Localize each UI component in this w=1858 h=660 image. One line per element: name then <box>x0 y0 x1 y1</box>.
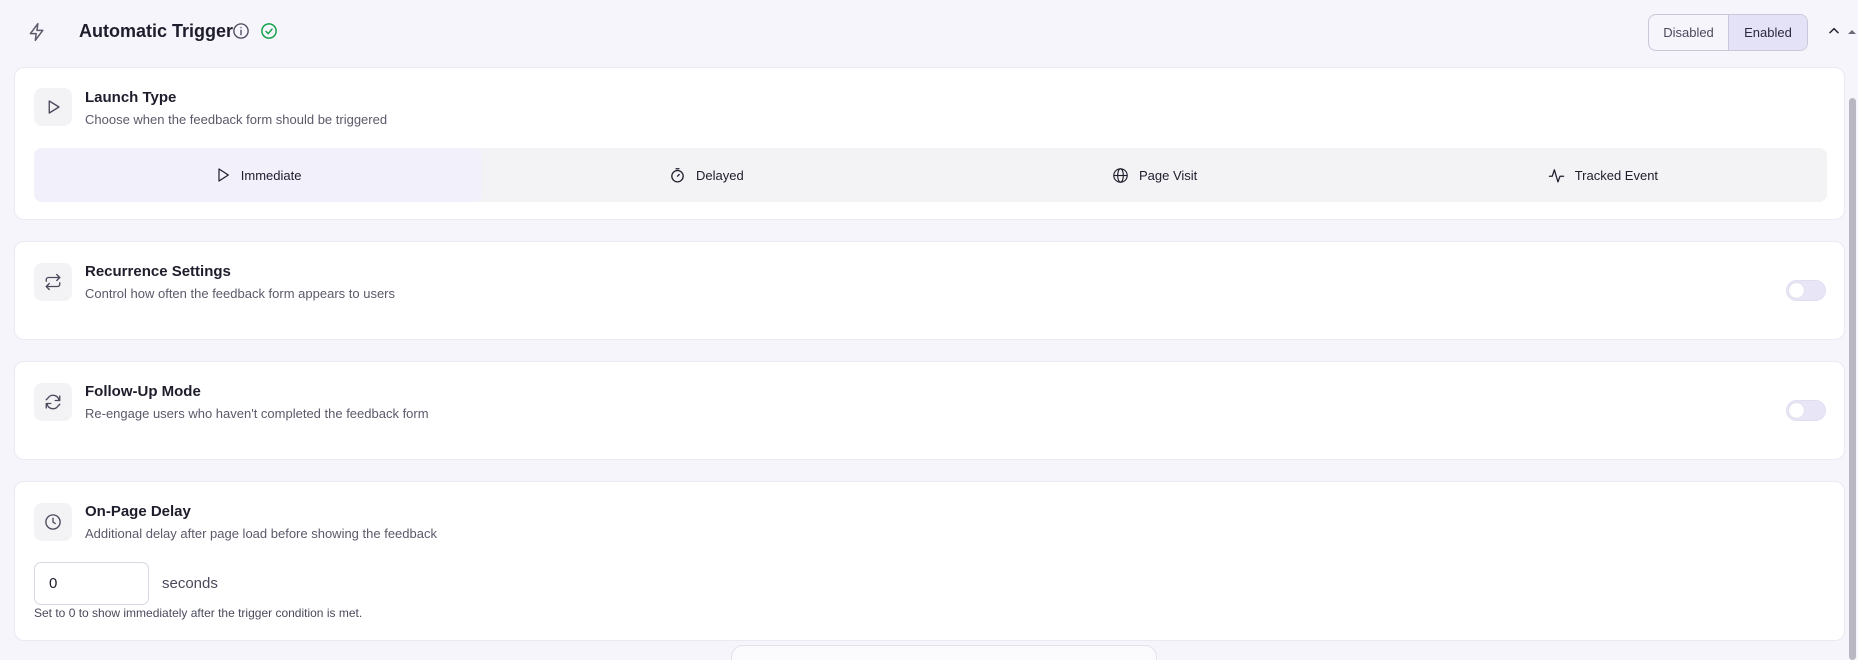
launch-option-label: Delayed <box>696 167 744 183</box>
recurrence-card: Recurrence Settings Control how often th… <box>14 241 1845 340</box>
globe-icon <box>1113 167 1128 183</box>
activity-icon <box>1548 168 1564 183</box>
on-page-delay-title: On-Page Delay <box>85 503 191 520</box>
scroll-up-icon[interactable] <box>1846 24 1858 42</box>
check-circle-icon <box>260 22 278 45</box>
delay-seconds-input[interactable] <box>34 562 149 605</box>
on-page-delay-card: On-Page Delay Additional delay after pag… <box>14 481 1845 641</box>
scrollbar-thumb[interactable] <box>1849 98 1856 660</box>
launch-option-label: Tracked Event <box>1574 167 1659 183</box>
refresh-icon <box>34 383 72 421</box>
launch-option-page-visit[interactable]: Page Visit <box>931 148 1379 202</box>
play-icon <box>34 88 72 126</box>
enabled-option[interactable]: Enabled <box>1728 15 1807 50</box>
launch-option-delayed[interactable]: Delayed <box>482 148 930 202</box>
stopwatch-icon <box>671 167 684 183</box>
recurrence-description: Control how often the feedback form appe… <box>85 286 396 301</box>
launch-type-description: Choose when the feedback form should be … <box>85 112 388 127</box>
page-title: Automatic Trigger <box>79 21 234 41</box>
on-page-delay-description: Additional delay after page load before … <box>85 526 437 541</box>
delay-unit-label: seconds <box>162 575 218 592</box>
trigger-header: Automatic Trigger Disabled Enabled <box>0 0 1845 64</box>
lightning-bolt-icon <box>14 11 60 53</box>
chevron-up-icon[interactable] <box>1827 24 1841 43</box>
disabled-option[interactable]: Disabled <box>1649 15 1728 50</box>
launch-option-label: Page Visit <box>1138 167 1198 183</box>
launch-option-immediate[interactable]: Immediate <box>34 148 483 202</box>
enable-toggle-group: Disabled Enabled <box>1648 14 1808 51</box>
launch-option-tracked-event[interactable]: Tracked Event <box>1379 148 1827 202</box>
play-icon <box>218 168 229 182</box>
clock-icon <box>34 503 72 541</box>
repeat-icon <box>34 263 72 301</box>
recurrence-toggle[interactable] <box>1786 280 1826 301</box>
follow-up-card: Follow-Up Mode Re-engage users who haven… <box>14 361 1845 460</box>
recurrence-title: Recurrence Settings <box>85 263 231 280</box>
follow-up-toggle[interactable] <box>1786 400 1826 421</box>
launch-type-title: Launch Type <box>85 89 177 106</box>
bottom-action-bar <box>731 645 1157 660</box>
launch-type-card: Launch Type Choose when the feedback for… <box>14 67 1845 220</box>
info-icon[interactable] <box>232 22 250 45</box>
launch-type-selector: Immediate Delayed Page Visit Tracked Eve… <box>34 148 1827 202</box>
launch-option-label: Immediate <box>240 167 302 183</box>
follow-up-description: Re-engage users who haven't completed th… <box>85 406 429 421</box>
toggle-knob <box>1789 283 1804 298</box>
delay-hint: Set to 0 to show immediately after the t… <box>34 606 363 620</box>
follow-up-title: Follow-Up Mode <box>85 383 201 400</box>
toggle-knob <box>1789 403 1804 418</box>
